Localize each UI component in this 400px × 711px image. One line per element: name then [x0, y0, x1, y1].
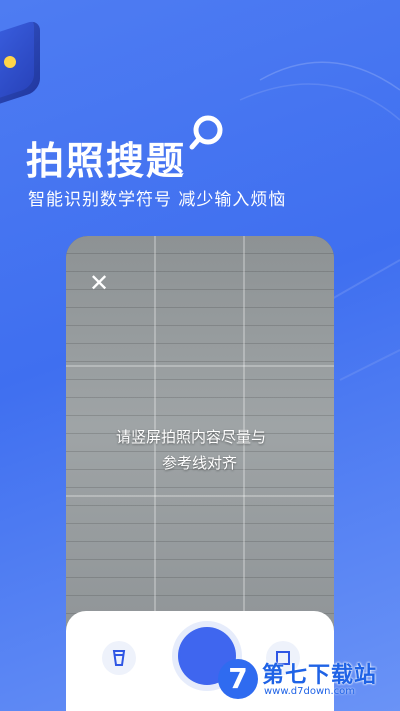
camera-preview: ✕ 请竖屏拍照内容尽量与 参考线对齐 — [66, 236, 334, 711]
headline: 拍照搜题 — [26, 139, 187, 183]
subtitle: 智能识别数学符号 减少输入烦恼 — [28, 190, 287, 210]
watermark-logo: 7 — [218, 659, 258, 699]
hint-line-1: 请竖屏拍照内容尽量与 — [116, 428, 267, 446]
alignment-hint: 请竖屏拍照内容尽量与 参考线对齐 — [116, 424, 296, 476]
watermark-url: www.d7down.com — [264, 686, 356, 697]
gallery-icon — [112, 650, 126, 666]
watermark-text: 第七下载站 — [262, 663, 378, 688]
gallery-button[interactable] — [102, 641, 136, 675]
close-icon[interactable]: ✕ — [86, 270, 112, 296]
decor-dot — [4, 56, 16, 68]
hint-line-2: 参考线对齐 — [162, 454, 238, 472]
site-watermark: 7 第七下载站 www.d7down.com — [218, 655, 398, 707]
search-icon — [189, 115, 223, 150]
